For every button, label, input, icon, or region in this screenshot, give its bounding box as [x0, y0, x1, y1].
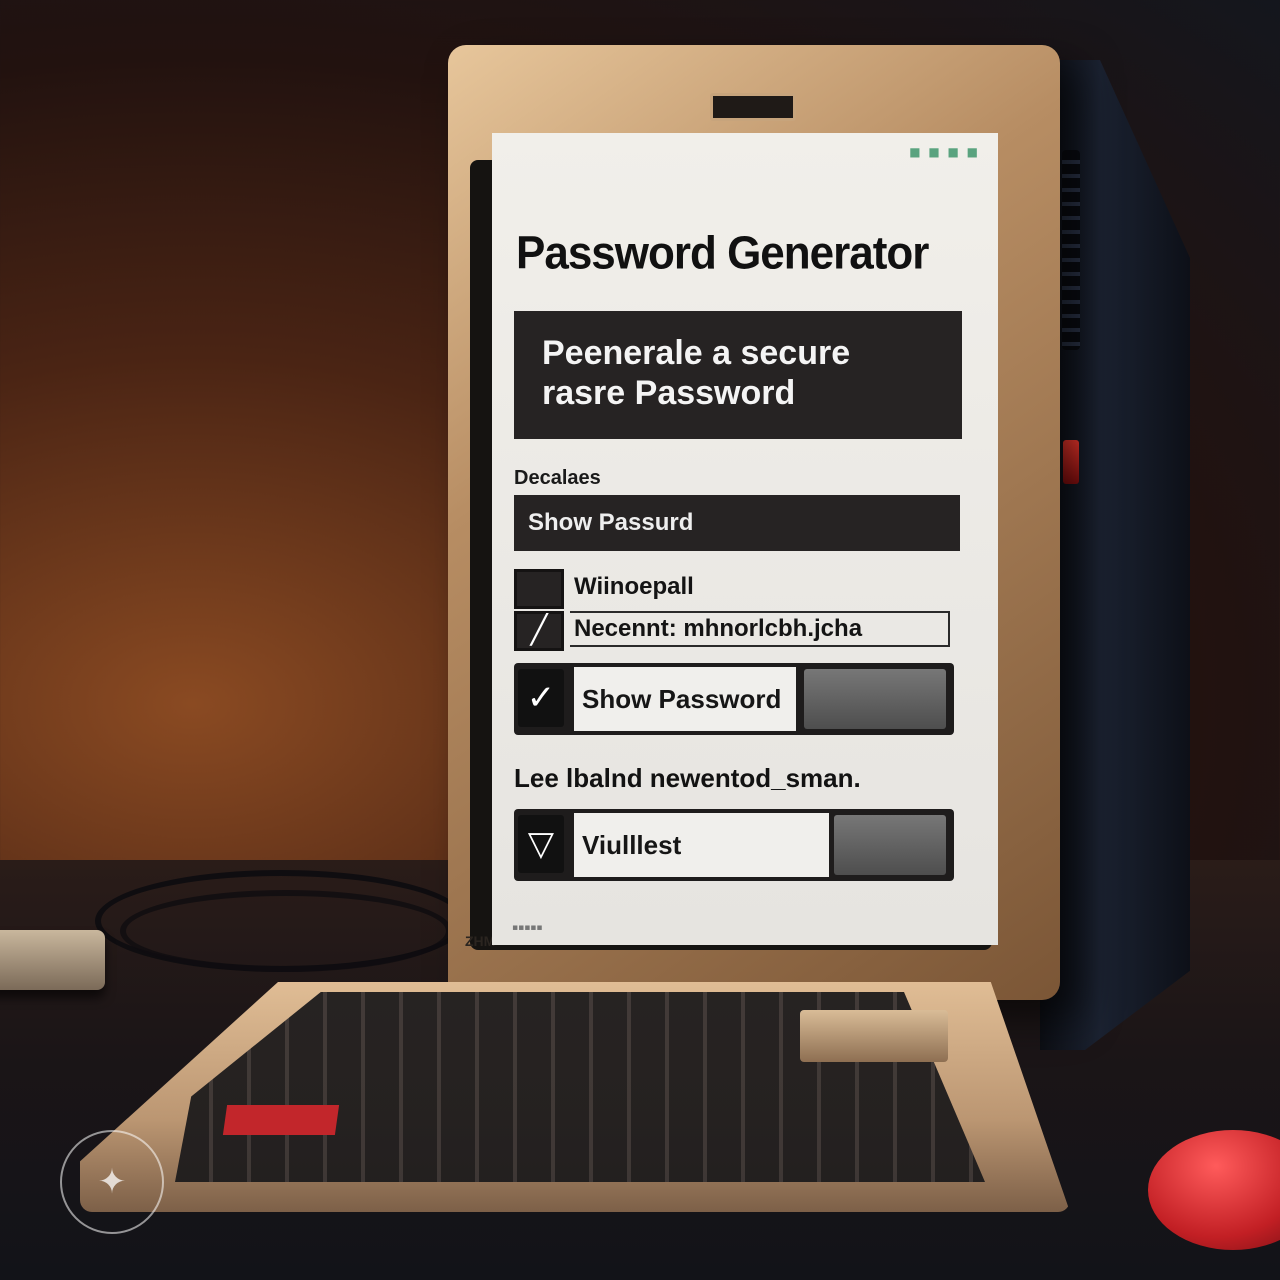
side-device — [0, 930, 105, 990]
toggle-switch[interactable] — [834, 815, 946, 875]
banner-line-1: Peenerale a secure — [542, 334, 851, 372]
page-title: Password Generator — [516, 227, 929, 280]
hinge — [800, 1010, 948, 1062]
monitor-brand: ZHM — [465, 933, 496, 949]
toggle-switch[interactable] — [804, 669, 946, 729]
option-row[interactable]: ╱ Necennt: mhnorlcbh.jcha — [514, 611, 954, 651]
banner-line-2: rasre Password — [542, 374, 796, 412]
status-indicators: ■ ■ ■ ■ — [909, 145, 980, 159]
generate-banner[interactable]: Peenerale a secure rasre Password — [514, 311, 962, 439]
section-label: Decalaes — [514, 467, 601, 489]
power-indicator — [1063, 440, 1079, 484]
watermark-logo: ✦ — [60, 1130, 164, 1234]
screen: ■ ■ ■ ■ Password Generator Peenerale a s… — [492, 133, 998, 945]
option-label: Necennt: mhnorlcbh.jcha — [574, 615, 863, 642]
second-toggle-label: Viulllest — [574, 813, 829, 877]
red-key[interactable] — [222, 1105, 340, 1135]
option-label: Wiinoepall — [574, 573, 694, 600]
show-password-bar[interactable]: Show Passurd — [514, 495, 960, 551]
webcam-icon — [710, 93, 796, 121]
description-text: Lee lbalnd newentod_sman. — [514, 763, 861, 793]
option-row[interactable]: Wiinoepall — [514, 569, 954, 609]
tower-vent — [1062, 150, 1080, 350]
option-checkbox[interactable] — [514, 569, 564, 609]
scene: ZHM ■ ■ ■ ■ Password Generator Peenerale… — [0, 0, 1280, 1280]
second-toggle-row[interactable]: ▽ Viulllest — [514, 809, 954, 881]
show-password-label: Show Password — [574, 667, 796, 731]
check-icon: ╱ — [530, 613, 548, 646]
sparkle-icon: ✦ — [97, 1162, 127, 1202]
option-checkbox[interactable]: ╱ — [514, 611, 564, 651]
check-icon[interactable]: ✓ — [518, 669, 564, 727]
cable — [120, 890, 452, 972]
screen-footnote: ▪▪▪▪▪ — [512, 923, 543, 933]
check-icon[interactable]: ▽ — [518, 815, 564, 873]
show-password-toggle-row[interactable]: ✓ Show Password — [514, 663, 954, 735]
